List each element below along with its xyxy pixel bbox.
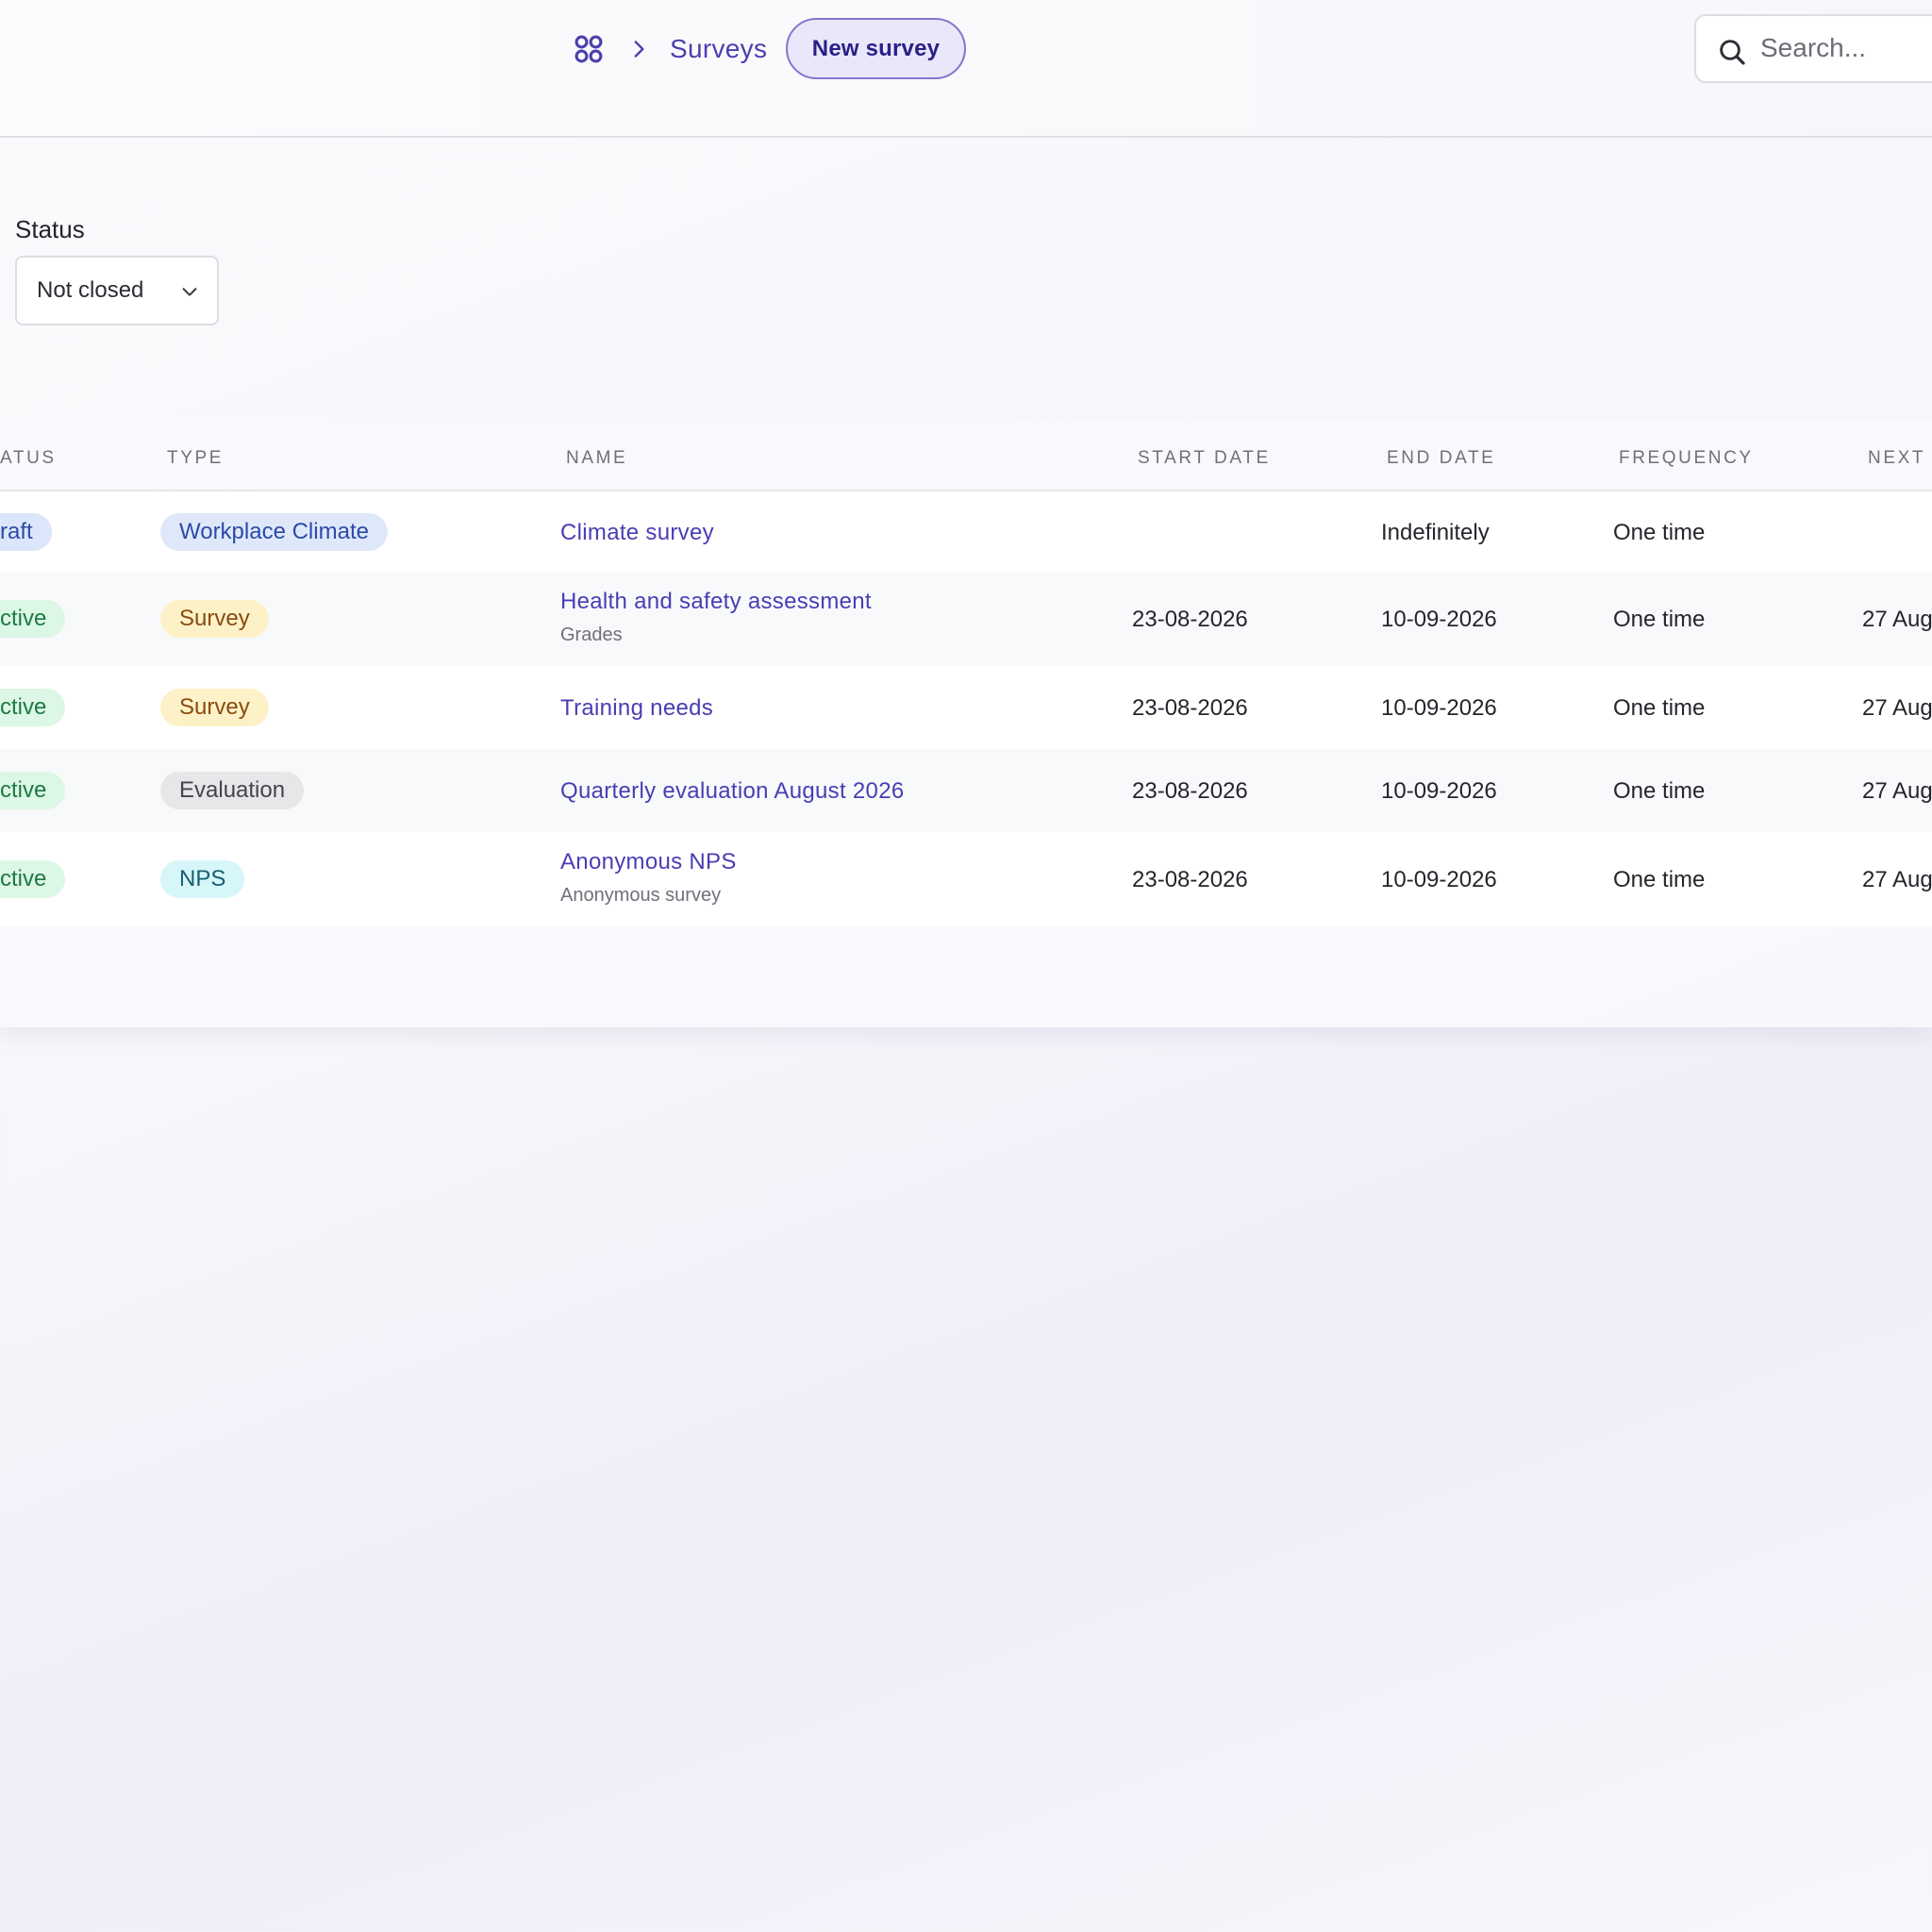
apps-grid-icon[interactable] — [572, 32, 606, 66]
type-badge: NPS — [160, 860, 245, 898]
breadcrumb: Surveys — [572, 26, 767, 72]
status-badge: ctive — [0, 600, 66, 638]
frequency: One time — [1613, 695, 1706, 721]
status-badge: ctive — [0, 860, 66, 898]
column-header-next[interactable]: NEXT — [1868, 448, 1925, 469]
status-badge: raft — [0, 513, 52, 551]
breadcrumb-surveys[interactable]: Surveys — [670, 34, 767, 64]
chevron-right-icon — [634, 41, 644, 58]
search-icon — [1720, 40, 1745, 65]
survey-name-link[interactable]: Quarterly evaluation August 2026 — [560, 778, 905, 805]
column-header-status[interactable]: ATUS — [0, 448, 57, 469]
next-date: 27 Aug — [1862, 867, 1932, 892]
end-date: 10-09-2026 — [1381, 607, 1497, 632]
status-filter-value: Not closed — [37, 277, 144, 303]
status-filter-label: Status — [15, 215, 85, 243]
frequency: One time — [1613, 778, 1706, 804]
frequency: One time — [1613, 867, 1706, 892]
start-date: 23-08-2026 — [1132, 695, 1248, 721]
frequency: One time — [1613, 607, 1706, 632]
new-survey-button[interactable]: New survey — [786, 18, 966, 79]
frequency: One time — [1613, 520, 1706, 545]
next-date: 27 Aug — [1862, 778, 1932, 804]
end-date: 10-09-2026 — [1381, 867, 1497, 892]
end-date: 10-09-2026 — [1381, 778, 1497, 804]
search-input[interactable]: Search... — [1694, 14, 1932, 83]
start-date: 23-08-2026 — [1132, 867, 1248, 892]
status-badge: ctive — [0, 772, 66, 809]
type-badge: Workplace Climate — [160, 513, 388, 551]
survey-subtitle: Anonymous survey — [560, 885, 722, 906]
type-badge: Survey — [160, 689, 269, 726]
next-date: 27 Aug — [1862, 695, 1932, 721]
type-badge: Evaluation — [160, 772, 305, 809]
chevron-down-icon — [182, 288, 197, 296]
table-row[interactable]: ctive Survey Training needs 23-08-2026 1… — [0, 666, 1932, 749]
table-row[interactable]: ctive NPS Anonymous NPS Anonymous survey… — [0, 832, 1932, 926]
survey-name-link[interactable]: Anonymous NPS — [560, 849, 737, 875]
column-header-type[interactable]: TYPE — [167, 448, 224, 469]
type-badge: Survey — [160, 600, 269, 638]
next-date: 27 Aug — [1862, 607, 1932, 632]
column-header-frequency[interactable]: FREQUENCY — [1619, 448, 1754, 469]
survey-subtitle: Grades — [560, 625, 623, 645]
table-row[interactable]: ctive Survey Health and safety assessmen… — [0, 572, 1932, 666]
top-header: Surveys New survey Search... — [0, 0, 1932, 138]
surveys-table: ATUS TYPE NAME START DATE END DATE FREQU… — [0, 420, 1932, 1027]
status-badge: ctive — [0, 689, 66, 726]
survey-name-link[interactable]: Training needs — [560, 695, 713, 722]
survey-name-link[interactable]: Health and safety assessment — [560, 589, 872, 615]
column-header-start-date[interactable]: START DATE — [1138, 448, 1271, 469]
column-header-name[interactable]: NAME — [566, 448, 627, 469]
end-date: 10-09-2026 — [1381, 695, 1497, 721]
start-date: 23-08-2026 — [1132, 607, 1248, 632]
status-filter-select[interactable]: Not closed — [15, 256, 219, 325]
search-placeholder: Search... — [1760, 33, 1867, 62]
start-date: 23-08-2026 — [1132, 778, 1248, 804]
end-date: Indefinitely — [1381, 520, 1490, 545]
table-row[interactable]: raft Workplace Climate Climate survey In… — [0, 491, 1932, 572]
survey-name-link[interactable]: Climate survey — [560, 520, 714, 546]
column-header-end-date[interactable]: END DATE — [1387, 448, 1495, 469]
table-row[interactable]: ctive Evaluation Quarterly evaluation Au… — [0, 749, 1932, 832]
